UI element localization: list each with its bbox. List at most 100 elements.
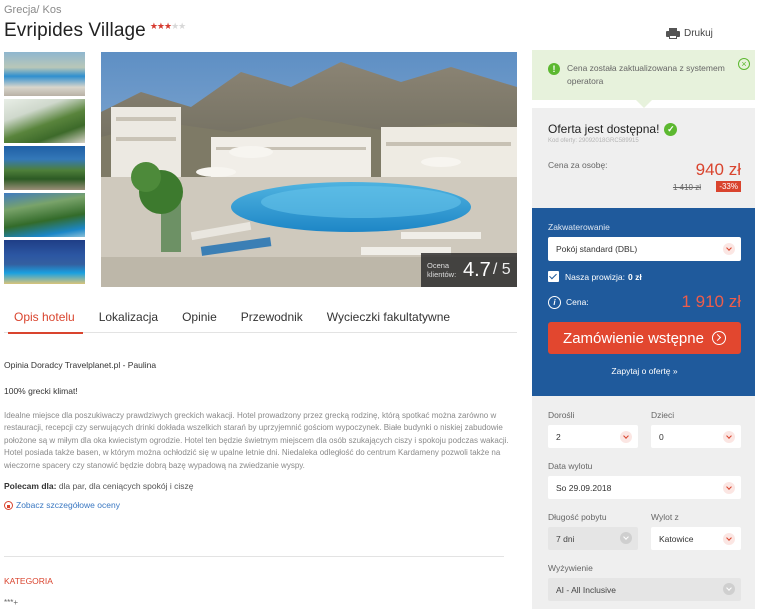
divider	[4, 556, 504, 557]
board-select[interactable]: AI - All Inclusive	[548, 578, 741, 601]
photo-thumbnails	[4, 52, 85, 287]
thumbnail-photo[interactable]	[4, 146, 85, 190]
chevron-down-icon	[620, 431, 632, 443]
chevron-down-icon	[723, 243, 735, 255]
thumbnail-photo[interactable]	[4, 52, 85, 96]
check-icon: ✓	[664, 122, 678, 136]
offer-summary: Oferta jest dostępna! ✓ Kod oferty: 2909…	[532, 108, 755, 208]
chevron-down-icon	[723, 431, 735, 443]
board-label: Wyżywienie	[548, 563, 593, 573]
chevron-down-icon	[723, 533, 735, 545]
adults-value: 2	[556, 432, 561, 442]
chart-icon	[4, 500, 13, 510]
board-value: AI - All Inclusive	[556, 585, 616, 595]
tab-guide[interactable]: Przewodnik	[229, 301, 315, 333]
pre-order-label: Zamówienie wstępne	[563, 329, 704, 347]
star-empty-icon: ★	[178, 21, 186, 31]
printer-icon	[666, 28, 680, 39]
chevron-down-icon	[723, 583, 735, 595]
star-icon: ★	[163, 21, 172, 31]
detailed-ratings-link[interactable]: Zobacz szczegółowe oceny	[4, 500, 509, 510]
chevron-down-icon	[620, 532, 632, 544]
commission-value: 0 zł	[628, 271, 642, 282]
ask-about-offer-link[interactable]: Zapytaj o ofertę »	[548, 366, 741, 376]
description-text: Idealne miejsce dla poszukiwaczy prawdzi…	[4, 411, 509, 470]
close-icon[interactable]: ×	[738, 58, 750, 70]
stay-length-select[interactable]: 7 dni	[548, 527, 638, 550]
adults-select[interactable]: 2	[548, 425, 638, 448]
accommodation-select[interactable]: Pokój standard (DBL)	[548, 237, 741, 261]
tab-location[interactable]: Lokalizacja	[87, 301, 170, 333]
title-row: Evripides Village ★★★★★	[4, 20, 186, 42]
discount-badge: -33%	[716, 181, 741, 192]
star-icon: ★	[156, 21, 165, 31]
thumbnail-photo[interactable]	[4, 240, 85, 284]
departure-from-select[interactable]: Katowice	[651, 527, 741, 550]
hotel-title: Evripides Village	[4, 20, 146, 41]
notice-pointer	[636, 100, 652, 108]
commission-checkbox[interactable]	[548, 271, 559, 282]
adults-label: Dorośli	[548, 410, 575, 420]
breadcrumb-separator: /	[36, 4, 40, 16]
departure-date-label: Data wylotu	[548, 461, 593, 471]
offer-available: Oferta jest dostępna! ✓	[548, 122, 745, 136]
hotel-tabs: Opis hotelu Lokalizacja Opinie Przewodni…	[4, 301, 517, 334]
pre-order-button[interactable]: Zamówienie wstępne	[548, 322, 741, 354]
departure-date-value: So 29.09.2018	[556, 483, 612, 493]
breadcrumb-region[interactable]: Kos	[43, 4, 62, 16]
rating-value: 4.7	[463, 258, 491, 281]
offer-title: Oferta jest dostępna!	[548, 122, 660, 136]
recommended-for-label: Polecam dla:	[4, 481, 57, 492]
total-price-label: Cena:	[566, 297, 589, 307]
breadcrumb-country[interactable]: Grecja	[4, 4, 36, 16]
description-subheading: 100% grecki klimat!	[4, 386, 78, 396]
category-value: ***+	[4, 598, 19, 607]
tab-excursions[interactable]: Wycieczki fakultatywne	[315, 301, 462, 333]
arrow-right-circle-icon	[711, 331, 726, 345]
recommended-for: Polecam dla: dla par, dla ceniących spok…	[4, 481, 509, 491]
stay-length-value: 7 dni	[556, 534, 575, 544]
hotel-stars: ★★★★★	[149, 21, 186, 32]
departure-from-value: Katowice	[659, 534, 694, 544]
stay-length-label: Długość pobytu	[548, 512, 607, 522]
departure-from-label: Wylot z	[651, 512, 679, 522]
alert-icon: !	[548, 63, 560, 75]
tab-reviews[interactable]: Opinie	[170, 301, 229, 333]
booking-sidebar: ! Cena została zaktualizowana z systemem…	[532, 50, 755, 609]
thumbnail-photo[interactable]	[4, 99, 85, 143]
customer-rating-box: Ocena klientów: 4.7 / 5	[421, 253, 517, 287]
total-price-row: i Cena: 1 910 zł	[548, 290, 741, 314]
rating-max: / 5	[492, 261, 511, 278]
advisor-opinion-heading: Opinia Doradcy Travelplanet.pl - Paulina	[4, 360, 157, 370]
accommodation-value: Pokój standard (DBL)	[556, 244, 638, 254]
chevron-down-icon	[723, 482, 735, 494]
star-icon: ★	[149, 21, 158, 31]
children-label: Dzieci	[651, 410, 675, 420]
offer-code: Kod oferty: 29092018GRC589915	[548, 138, 639, 144]
print-label: Drukuj	[684, 28, 713, 39]
commission-label: Nasza prowizja:	[565, 271, 625, 282]
children-select[interactable]: 0	[651, 425, 741, 448]
main-hotel-photo[interactable]: Ocena klientów: 4.7 / 5	[101, 52, 517, 287]
detailed-ratings-label: Zobacz szczegółowe oceny	[16, 500, 120, 511]
old-price: 1 410 zł	[672, 183, 701, 192]
departure-date-select[interactable]: So 29.09.2018	[548, 476, 741, 499]
breadcrumb: Grecja/ Kos	[4, 4, 62, 16]
recommended-for-value: dla par, dla ceniących spokój i ciszę	[58, 481, 194, 492]
print-button[interactable]: Drukuj	[666, 28, 713, 39]
children-value: 0	[659, 432, 664, 442]
tab-description[interactable]: Opis hotelu	[4, 301, 87, 334]
price-per-person: 940 zł	[695, 160, 741, 179]
price-per-person-label: Cena za osobę:	[548, 160, 608, 170]
rating-label: Ocena klientów:	[427, 261, 457, 279]
thumbnail-photo[interactable]	[4, 193, 85, 237]
notice-text: Cena została zaktualizowana z systemem o…	[567, 63, 725, 86]
hotel-description: Opinia Doradcy Travelplanet.pl - Paulina…	[4, 360, 509, 510]
booking-panel: Zakwaterowanie Pokój standard (DBL) Nasz…	[532, 208, 755, 396]
price-update-notice: ! Cena została zaktualizowana z systemem…	[532, 50, 755, 100]
category-heading: KATEGORIA	[4, 576, 53, 586]
info-icon[interactable]: i	[548, 295, 561, 309]
commission-row: Nasza prowizja: 0 zł	[548, 271, 741, 282]
total-price: 1 910 zł	[681, 292, 741, 311]
accommodation-label: Zakwaterowanie	[548, 222, 610, 232]
